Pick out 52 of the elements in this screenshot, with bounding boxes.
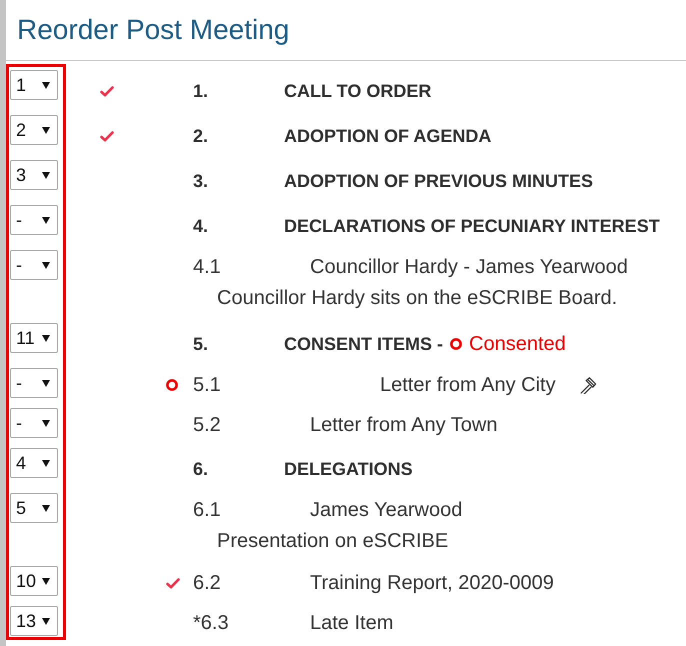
order-dropdown[interactable]: - bbox=[10, 205, 58, 235]
caret-icon bbox=[42, 216, 50, 224]
item-title: Councillor Hardy - James Yearwood bbox=[310, 256, 628, 278]
order-dropdown[interactable]: 13 bbox=[10, 606, 58, 636]
caret-icon bbox=[42, 262, 50, 268]
order-dropdown[interactable]: 11 bbox=[10, 323, 58, 353]
order-dropdown[interactable]: 1 bbox=[10, 70, 58, 100]
order-dropdown[interactable]: - bbox=[10, 250, 58, 280]
item-title: Training Report, 2020-0009 bbox=[310, 572, 554, 594]
caret-icon bbox=[42, 380, 50, 386]
caret-icon bbox=[42, 504, 50, 512]
caret-icon bbox=[42, 334, 50, 342]
item-title: Letter from Any Town bbox=[310, 414, 498, 436]
caret-icon bbox=[42, 460, 50, 466]
order-dropdown[interactable]: 3 bbox=[10, 160, 58, 190]
caret-icon bbox=[42, 172, 50, 178]
item-number: *6.3 bbox=[193, 612, 229, 634]
item-description: Presentation on eSCRIBE bbox=[216, 529, 448, 553]
caret-icon bbox=[42, 126, 50, 134]
consent-status: Consented bbox=[469, 332, 566, 356]
caret-icon bbox=[42, 420, 50, 426]
caret-icon bbox=[42, 618, 50, 624]
item-title: Late Item bbox=[310, 612, 394, 634]
item-number: 6. bbox=[193, 458, 208, 478]
order-dropdown[interactable]: - bbox=[10, 408, 58, 438]
item-number: 1. bbox=[193, 80, 208, 100]
item-title: DECLARATIONS OF PECUNIARY INTEREST bbox=[284, 216, 660, 236]
item-number: 2. bbox=[193, 126, 208, 146]
item-title: CALL TO ORDER bbox=[284, 80, 432, 102]
caret-icon bbox=[42, 578, 50, 584]
item-title: ADOPTION OF AGENDA bbox=[284, 126, 492, 146]
item-description: Councillor Hardy sits on the eSCRIBE Board. bbox=[216, 286, 618, 310]
order-dropdown[interactable]: 4 bbox=[10, 448, 58, 478]
item-title: Letter from Any City bbox=[380, 374, 556, 396]
item-number: 4.1 bbox=[193, 256, 221, 278]
item-number: 5. bbox=[193, 334, 208, 354]
order-dropdown[interactable]: 5 bbox=[10, 493, 58, 523]
item-number: 5.2 bbox=[193, 414, 221, 436]
order-dropdown[interactable]: 10 bbox=[10, 566, 58, 596]
item-title: DELEGATIONS bbox=[284, 458, 413, 480]
item-number: 5.1 bbox=[193, 374, 221, 396]
page-title: Reorder Post Meeting bbox=[17, 13, 290, 47]
order-dropdown[interactable]: 2 bbox=[10, 115, 58, 145]
item-number: 3. bbox=[193, 170, 208, 190]
item-number: 6.1 bbox=[193, 498, 221, 520]
caret-icon bbox=[42, 82, 50, 88]
order-dropdown[interactable]: - bbox=[10, 368, 58, 398]
item-number: 4. bbox=[193, 216, 208, 236]
item-title: James Yearwood bbox=[310, 498, 462, 522]
item-number: 6.2 bbox=[193, 572, 221, 594]
item-title: CONSENT ITEMS - bbox=[284, 334, 444, 354]
item-title: ADOPTION OF PREVIOUS MINUTES bbox=[284, 170, 594, 192]
